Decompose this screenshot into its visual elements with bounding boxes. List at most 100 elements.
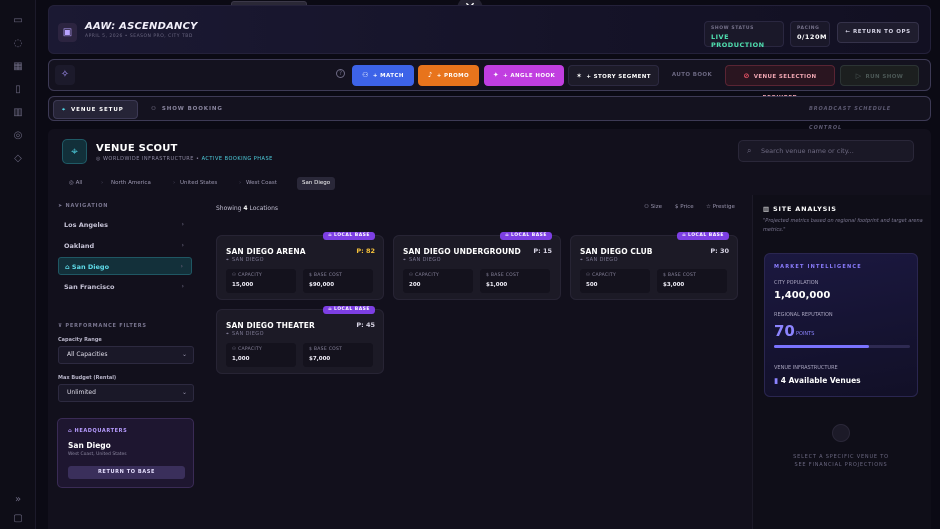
cost-box: $ BASE COST $1,000 [480,269,550,293]
local-base-badge: ⌂ LOCAL BASE [323,306,375,314]
sidebar-item-oakland[interactable]: Oakland › [58,237,192,255]
headquarters-card: ⌂ HEADQUARTERS San Diego West Coast, Uni… [57,418,194,488]
prestige-value: P: 30 [710,247,729,255]
venue-city: SAN DIEGO [232,331,264,337]
local-base-badge: ⌂ LOCAL BASE [323,232,375,240]
building-icon: ▥ [763,205,774,213]
search-icon: ⌕ [747,146,752,155]
arrow-left-icon: ← [845,29,853,35]
location-icon: ⌖ [62,139,87,164]
graduation-icon[interactable]: ◇ [11,152,25,166]
mic-icon: ♪ [427,71,433,79]
sort-price-button[interactable]: $ Price [675,204,694,210]
tab-show-booking[interactable]: ⚇ SHOW BOOKING [143,100,238,119]
sort-prestige-button[interactable]: ☆ Prestige [706,204,735,210]
capacity-select[interactable]: All Capacities ⌄ [58,346,194,364]
page-title: VENUE SCOUT [96,143,178,154]
crumb-united-states[interactable]: United States [175,177,222,190]
venue-card[interactable]: ⌂ LOCAL BASE SAN DIEGO THEATER P: 45 ⌖ S… [216,306,384,374]
reputation-bar [774,345,910,348]
site-analysis-title: ▥ SITE ANALYSIS [763,205,837,213]
app-rail: ▭ ◌ ▦ ▯ ▥ ◎ ◇ » ▢ [0,0,36,529]
users-icon: ⚇ [151,106,157,112]
info-icon[interactable]: ? [336,69,345,78]
infrastructure-label: VENUE INFRASTRUCTURE [774,365,838,371]
globe-icon[interactable]: ◎ [11,129,25,143]
mode-tabs: ⌖ VENUE SETUP ⚇ SHOW BOOKING BROADCAST SCH… [48,96,931,131]
cost-box: $ BASE COST $7,000 [303,343,373,367]
reputation-value: 70 [774,322,795,340]
add-promo-button[interactable]: ♪ + PROMO [418,65,479,86]
settings-icon[interactable]: ▢ [11,512,25,526]
user-icon[interactable]: ◌ [11,37,25,51]
wand-icon: ✶ [576,72,583,80]
search-input[interactable]: ⌕ Search venue name or city... [738,140,914,162]
venue-city: SAN DIEGO [232,257,264,263]
market-intelligence-card: MARKET INTELLIGENCE CITY POPULATION 1,40… [764,253,918,397]
chevron-right-icon: › [181,242,184,249]
venue-card[interactable]: ⌂ LOCAL BASE SAN DIEGO ARENA P: 82 ⌖ SAN… [216,232,384,300]
sidebar-item-san-francisco[interactable]: San Francisco › [58,278,192,296]
pin-icon: ⌖ [226,257,229,263]
venue-name: SAN DIEGO CLUB [580,247,653,256]
user-icon: ⚇ [644,204,651,210]
users-icon: ⚇ [362,71,369,79]
show-title: AAW: ASCENDANCY [85,21,198,32]
crumb-all[interactable]: ◎ All [64,177,87,190]
return-to-base-button[interactable]: RETURN TO BASE [68,466,185,479]
site-analysis-panel: ▥ SITE ANALYSIS "Projected metrics based… [752,195,931,529]
auto-book-button[interactable]: AUTO BOOK [665,65,719,86]
prestige-value: P: 82 [356,247,375,255]
sort-size-button[interactable]: ⚇ Size [644,204,662,210]
crumb-west-coast[interactable]: West Coast [241,177,282,190]
add-story-segment-button[interactable]: ✶ + STORY SEGMENT [568,65,659,86]
globe-icon: ◎ [96,156,103,162]
venue-required-alert: ⊘VENUE SELECTION REQUIRED [725,65,835,101]
crumb-san-diego[interactable]: San Diego [297,177,336,190]
site-analysis-note: "Projected metrics based on regional foo… [763,218,923,233]
sidebar-item-san-diego[interactable]: ⌂ San Diego › [58,257,192,275]
market-intelligence-heading: MARKET INTELLIGENCE [774,264,862,270]
capacity-box: ⚇ CAPACITY 15,000 [226,269,296,293]
venue-card[interactable]: ⌂ LOCAL BASE SAN DIEGO CLUB P: 30 ⌖ SAN … [570,232,738,300]
hq-heading: ⌂ HEADQUARTERS [68,428,128,434]
venue-card[interactable]: ⌂ LOCAL BASE SAN DIEGO UNDERGROUND P: 15… [393,232,561,300]
filters-heading: ⊽ PERFORMANCE FILTERS [58,323,147,329]
hq-city: San Diego [68,441,111,450]
return-to-ops-button[interactable]: ← RETURN TO OPS [837,22,919,43]
venue-scout-panel: ⌖ VENUE SCOUT ◎ WORLDWIDE INFRASTRUCTURE… [48,129,931,529]
add-angle-hook-button[interactable]: ✦ + ANGLE HOOK [484,65,564,86]
play-icon: ▷ [855,72,862,80]
show-header: ▣ AAW: ASCENDANCY APRIL 5, 2026 • SEASON… [48,5,931,54]
chevron-down-icon: ⌄ [181,351,187,358]
add-match-button[interactable]: ⚇ + MATCH [352,65,414,86]
sparkles-icon: ✦ [492,71,500,79]
chevron-right-icon: › [181,221,184,228]
hq-region: West Coast, United States [68,452,127,457]
capacity-label: Capacity Range [58,337,102,343]
pin-icon: ⌖ [226,331,229,337]
prestige-value: P: 15 [533,247,552,255]
broadcast-schedule-label: BROADCAST SCHEDULE CONTROL [809,106,892,131]
calendar-icon[interactable]: ▦ [11,60,25,74]
sidebar-item-los-angeles[interactable]: Los Angeles › [58,216,192,234]
reputation-label: REGIONAL REPUTATION [774,312,833,318]
tab-venue-setup[interactable]: ⌖ VENUE SETUP [53,100,138,119]
building-icon[interactable]: ▥ [11,106,25,120]
prestige-value: P: 45 [356,321,375,329]
book-icon[interactable]: ▯ [11,83,25,97]
run-show-button[interactable]: ▷ RUN SHOW [840,65,919,86]
venue-name: SAN DIEGO ARENA [226,247,306,256]
budget-select[interactable]: Unlimited ⌄ [58,384,194,402]
building-icon: ▮ [774,376,781,385]
results-count: Showing 4 Locations [216,205,279,212]
local-base-badge: ⌂ LOCAL BASE [500,232,552,240]
chevron-right-icon: › [181,283,184,290]
infrastructure-value: ▮ 4 Available Venues [774,376,861,385]
sparkle-icon: ✧ [55,65,75,85]
empty-state-text: SELECT A SPECIFIC VENUE TO SEE FINANCIAL… [793,454,889,468]
collapse-icon[interactable]: » [11,493,25,507]
crumb-north-america[interactable]: North America [106,177,156,190]
local-base-badge: ⌂ LOCAL BASE [677,232,729,240]
home-icon[interactable]: ▭ [11,14,25,28]
